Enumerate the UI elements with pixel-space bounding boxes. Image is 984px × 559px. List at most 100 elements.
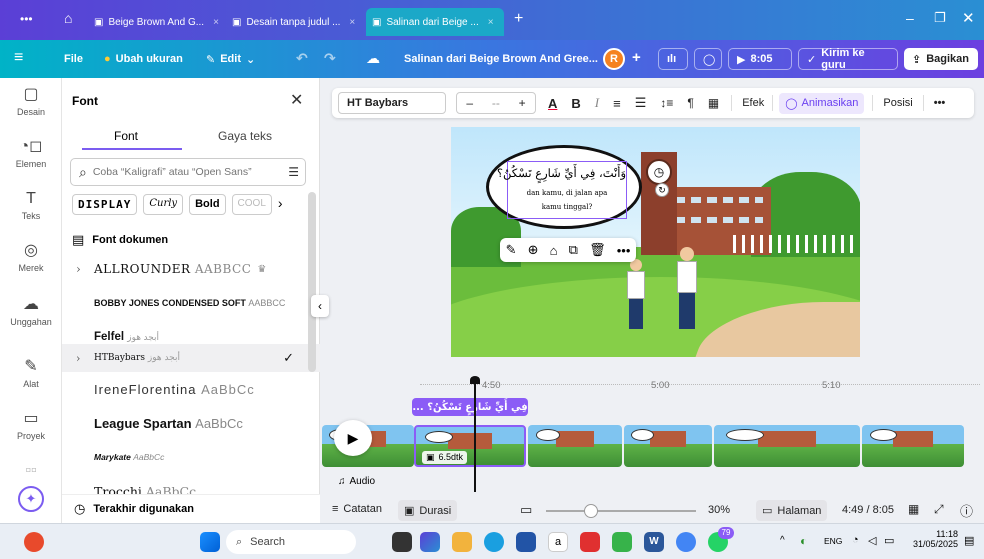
rail-item-uploads[interactable]: ☁ Unggahan	[0, 296, 62, 327]
trash-icon[interactable]: 🗑	[589, 242, 606, 258]
font-search[interactable]: ⌕ ☰	[70, 158, 306, 186]
spacing-icon[interactable]: ↕≡	[660, 96, 673, 110]
task-view-icon[interactable]	[392, 532, 412, 552]
grid-view-icon[interactable]: ▦	[908, 502, 919, 516]
volume-icon[interactable]: ◁	[868, 534, 876, 547]
page-thumbnail-selected[interactable]: ▣ 6.5dtk	[414, 425, 526, 467]
fullscreen-icon[interactable]: ⤢	[934, 502, 944, 517]
rail-item-text[interactable]: T Teks	[0, 190, 62, 221]
word-icon[interactable]: W	[644, 532, 664, 552]
font-item[interactable]: Marykate AaBbCc	[62, 440, 320, 474]
help-icon[interactable]: ⓘ	[960, 501, 973, 520]
app-icon[interactable]	[612, 532, 632, 552]
rail-item-more[interactable]: ▫▫	[0, 462, 62, 483]
youtube-icon[interactable]	[580, 532, 600, 552]
font-selector[interactable]: HT Baybars	[338, 92, 446, 114]
add-comment-icon[interactable]: ⊕	[528, 242, 539, 258]
list-icon[interactable]: ☰	[635, 95, 647, 111]
rail-item-elements[interactable]: ◔◻ Elemen	[0, 138, 62, 169]
tab-text-style[interactable]: Gaya teks	[218, 129, 272, 143]
page-thumbnail[interactable]	[528, 425, 622, 467]
transparency-icon[interactable]: ▦	[708, 96, 719, 110]
page-thumbnail[interactable]	[862, 425, 964, 467]
rail-item-tools[interactable]: ✎ Alat	[0, 358, 62, 389]
notifications-icon[interactable]: ▤	[964, 534, 974, 547]
share-button[interactable]: ⇪ Bagikan	[904, 48, 978, 70]
resize-button[interactable]: ● Ubah ukuran	[104, 40, 183, 78]
tab-3[interactable]: ▣ Salinan dari Beige ... ×	[366, 8, 504, 36]
chip-curly[interactable]: Curly	[143, 194, 184, 215]
present-button[interactable]: ▶ 8:05	[728, 48, 792, 70]
tab-font[interactable]: Font	[114, 129, 138, 143]
store-icon[interactable]	[516, 532, 536, 552]
minus-icon[interactable]: –	[466, 96, 473, 110]
font-item-selected[interactable]: › HTBaybars أبجد هوز ✓	[62, 344, 320, 372]
tab-2[interactable]: ▣ Desain tanpa judul ... ×	[226, 8, 366, 36]
font-item[interactable]: › ALLROUNDER AABBCC ♛	[62, 252, 320, 286]
chip-display[interactable]: DISPLAY	[72, 194, 138, 215]
battery-icon[interactable]: ▭	[884, 534, 894, 547]
zoom-slider[interactable]	[546, 510, 696, 512]
chevron-up-icon[interactable]: ^	[780, 535, 785, 546]
audio-track[interactable]: ♫ Audio	[338, 476, 375, 487]
filter-icon[interactable]: ☰	[288, 165, 299, 179]
bold-icon[interactable]: B	[571, 96, 580, 111]
app-icon[interactable]	[24, 532, 44, 552]
chip-bold[interactable]: Bold	[189, 194, 226, 215]
language[interactable]: ENG	[824, 536, 842, 546]
arabic-text[interactable]: وَأَنْتَ، فِي أَيِّ شَارِعٍ تَسْكُنُ؟	[497, 166, 626, 180]
chip-cool[interactable]: COOL	[231, 194, 272, 215]
font-item[interactable]: BOBBY JONES CONDENSED SOFT AABBCC	[62, 286, 320, 320]
rotate-icon[interactable]: ↻	[655, 183, 669, 197]
search-input[interactable]	[92, 166, 273, 178]
new-tab-icon[interactable]: +	[514, 10, 523, 28]
pages-button[interactable]: ▭ Halaman	[756, 500, 828, 521]
translation-text[interactable]: dan kamu, di jalan apa kamu tinggal?	[517, 186, 617, 214]
magic-edit-icon[interactable]: ✎	[506, 242, 517, 258]
paragraph-icon[interactable]: ¶	[687, 96, 693, 110]
app-tray-icon[interactable]: ◐	[800, 534, 807, 548]
recently-used-row[interactable]: ◷ Terakhir digunakan	[62, 494, 320, 523]
duplicate-icon[interactable]: ⧉	[569, 242, 578, 258]
more-icon[interactable]: •••	[617, 243, 631, 258]
workspaces-icon[interactable]: ⌂	[64, 10, 72, 26]
rail-item-projects[interactable]: ▭ Proyek	[0, 410, 62, 441]
animate-button[interactable]: ◯ Animasikan	[779, 92, 865, 114]
chevron-right-icon[interactable]: ›	[278, 194, 283, 215]
text-color-icon[interactable]: A	[548, 96, 557, 111]
lock-icon[interactable]: ⌂	[550, 243, 558, 258]
system-clock[interactable]: 11:18 31/05/2025	[908, 529, 958, 549]
tab-1[interactable]: ▣ Beige Brown And G... ×	[88, 8, 226, 36]
rail-item-brand[interactable]: ◎ Merek	[0, 242, 62, 273]
avatar[interactable]: R	[603, 48, 625, 70]
edit-menu[interactable]: ✎ Edit ⌄	[206, 40, 255, 78]
file-menu[interactable]: File	[64, 40, 83, 78]
close-window-icon[interactable]: ✕	[962, 9, 975, 27]
play-button[interactable]: ▶	[334, 420, 372, 456]
font-size-stepper[interactable]: – -- +	[456, 92, 536, 114]
close-icon[interactable]: ✕	[290, 90, 303, 110]
file-explorer-icon[interactable]	[452, 532, 472, 552]
effects-button[interactable]: Efek	[742, 97, 764, 109]
align-icon[interactable]: ≡	[613, 96, 621, 111]
more-icon[interactable]: •••	[20, 12, 33, 26]
add-collaborator-icon[interactable]: +	[632, 49, 641, 66]
playhead[interactable]	[474, 380, 476, 492]
text-animation-clip[interactable]: ... فِي أَيِّ شَارِعٍ تَسْكُنُ؟	[412, 398, 528, 416]
page-thumbnail[interactable]	[714, 425, 860, 467]
plus-icon[interactable]: +	[519, 96, 526, 110]
menu-icon[interactable]: ≡	[14, 49, 23, 67]
chrome-icon[interactable]	[676, 532, 696, 552]
windows-start-icon[interactable]	[200, 532, 220, 552]
send-to-teacher-button[interactable]: ✓ Kirim ke guru	[798, 47, 898, 71]
more-icon[interactable]: •••	[934, 97, 946, 109]
insights-button[interactable]: ılı	[658, 48, 688, 70]
magic-icon[interactable]: ✦	[18, 486, 44, 512]
font-item[interactable]: IreneFlorentina AaBbCc	[62, 372, 320, 406]
edge-icon[interactable]	[484, 532, 504, 552]
position-button[interactable]: Posisi	[883, 97, 912, 109]
undo-icon[interactable]: ↶	[296, 50, 308, 67]
restore-icon[interactable]: ❐	[934, 10, 946, 26]
rail-item-design[interactable]: ▢ Desain	[0, 86, 62, 117]
redo-icon[interactable]: ↷	[324, 50, 336, 67]
